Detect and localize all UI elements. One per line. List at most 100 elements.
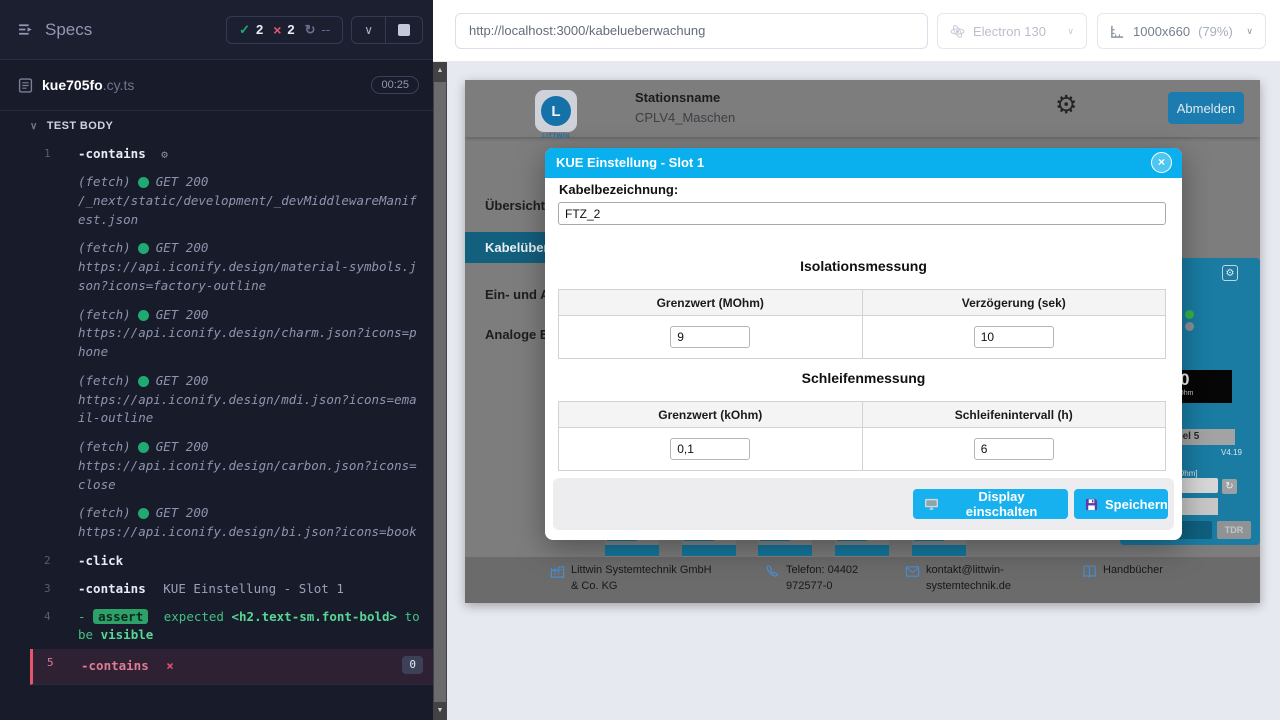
fetch-url: /_next/static/development/_devMiddleware…: [78, 192, 423, 230]
nav-item-uebersicht[interactable]: Übersicht: [485, 198, 545, 213]
status-dot-icon: [138, 243, 149, 254]
loop-intervall-input[interactable]: [974, 438, 1054, 460]
assert-visible: visible: [101, 627, 154, 642]
fetch-label: (fetch): [78, 372, 131, 391]
settings-gear-icon[interactable]: ⚙: [1055, 90, 1077, 120]
command-method: -contains: [81, 658, 149, 673]
scroll-up-arrow-icon[interactable]: ▲: [433, 64, 447, 78]
card-fragment-bar: [605, 545, 659, 556]
chevron-down-icon: ∨: [364, 23, 373, 37]
iso-col-verzoegerung: Verzögerung (sek): [862, 290, 1166, 316]
save-button[interactable]: Speichern: [1074, 489, 1168, 519]
gear-icon: ⚙: [161, 148, 168, 161]
specs-label[interactable]: Specs: [45, 20, 92, 40]
app-header: L LITTWIN Stationsname CPLV4_Maschen ⚙ A…: [465, 80, 1260, 137]
scrollbar-thumb[interactable]: [434, 82, 446, 702]
fetch-log-entry[interactable]: (fetch)GET 200 https://api.iconify.desig…: [30, 234, 433, 300]
firmware-version: V4.19: [1221, 448, 1242, 457]
fetch-log-entry[interactable]: (fetch)GET 200 https://api.iconify.desig…: [30, 367, 433, 433]
card-fragment-bar: [682, 545, 736, 556]
command-number: 2: [44, 553, 51, 569]
command-click[interactable]: 2 -click: [30, 547, 433, 575]
manuals-link[interactable]: Handbücher: [1103, 563, 1163, 584]
command-log: 1 -contains ⚙ (fetch) GET 200 /_next/stat…: [0, 140, 433, 685]
fetch-status: GET 200: [156, 239, 209, 258]
cypress-reporter: Specs ✓2 ×2 ↻-- ∨ kue705fo .cy.ts 00:25 …: [0, 0, 433, 720]
collapse-all-button[interactable]: ∨: [352, 17, 385, 43]
modal-title-bar[interactable]: KUE Einstellung - Slot 1: [545, 148, 1182, 178]
refresh-icon[interactable]: ↻: [1222, 479, 1237, 494]
iso-grenzwert-input[interactable]: [670, 326, 750, 348]
fail-x-icon: ×: [166, 658, 174, 673]
loop-col-intervall: Schleifenintervall (h): [862, 402, 1166, 428]
kue-settings-modal: KUE Einstellung - Slot 1 × Kabelbezeichn…: [545, 148, 1182, 540]
spec-row[interactable]: kue705fo .cy.ts 00:25: [0, 60, 433, 111]
chevron-down-icon: ∨: [30, 121, 38, 132]
spec-extension: .cy.ts: [103, 77, 135, 93]
command-contains-1[interactable]: 1 -contains ⚙: [30, 140, 433, 168]
command-contains-failed[interactable]: 5 -contains × 0: [30, 649, 433, 684]
viewport-size: 1000x660: [1133, 24, 1190, 39]
fetch-url: https://api.iconify.design/material-symb…: [78, 258, 423, 296]
fetch-log-entry[interactable]: (fetch)GET 200 https://api.iconify.desig…: [30, 301, 433, 367]
command-assert[interactable]: 4 - assert expected <h2.text-sm.font-bol…: [30, 603, 433, 649]
iso-col-grenzwert: Grenzwert (MOhm): [559, 290, 863, 316]
reporter-scrollbar[interactable]: ▲ ▼: [433, 62, 447, 720]
command-number: 4: [44, 609, 51, 625]
status-dot-icon: [138, 442, 149, 453]
logout-button[interactable]: Abmelden: [1168, 92, 1244, 124]
email-address[interactable]: kontakt@littwin-systemtechnik.de: [926, 563, 1026, 595]
isolation-heading: Isolationsmessung: [545, 258, 1182, 274]
fetch-status: GET 200: [156, 372, 209, 391]
tdr-button[interactable]: TDR: [1217, 521, 1251, 539]
stop-button[interactable]: [385, 17, 422, 43]
command-contains-3[interactable]: 3 -contains KUE Einstellung - Slot 1: [30, 575, 433, 603]
card-gear-icon[interactable]: ⚙: [1222, 265, 1238, 281]
cable-designation-input[interactable]: [558, 202, 1166, 225]
assert-dash: -: [78, 609, 86, 624]
loop-grenzwert-input[interactable]: [670, 438, 750, 460]
app-footer: Littwin Systemtechnik GmbH & Co. KG Tele…: [465, 557, 1260, 603]
refresh-icon: ↻: [305, 22, 316, 38]
nav-item-analoge-eingaenge[interactable]: Analoge Ei: [485, 327, 552, 342]
footer-company: Littwin Systemtechnik GmbH & Co. KG: [550, 563, 721, 595]
assert-expected: expected: [164, 609, 224, 624]
status-dot-icon: [138, 310, 149, 321]
phone-number: Telefon: 04402 972577-0: [786, 563, 881, 595]
fetch-label: (fetch): [78, 438, 131, 457]
specs-menu-icon[interactable]: [18, 21, 35, 38]
passed-count: 2: [256, 22, 263, 37]
url-address-bar[interactable]: http://localhost:3000/kabelueberwachung: [455, 13, 928, 49]
fetch-label: (fetch): [78, 173, 131, 192]
display-on-button[interactable]: Display einschalten: [913, 489, 1068, 519]
fetch-status: GET 200: [156, 173, 209, 192]
company-logo: L: [535, 90, 577, 132]
viewport-zoom: (79%): [1198, 24, 1233, 39]
fetch-status: GET 200: [156, 306, 209, 325]
scroll-down-arrow-icon[interactable]: ▼: [433, 704, 447, 718]
save-label: Speichern: [1105, 497, 1168, 512]
document-icon: [18, 78, 33, 93]
card-fragment-bar: [758, 545, 812, 556]
fetch-log-entry[interactable]: (fetch) GET 200 /_next/static/development…: [30, 168, 433, 234]
command-number: 3: [44, 581, 51, 597]
iso-verzoegerung-input[interactable]: [974, 326, 1054, 348]
command-method: -contains: [78, 581, 146, 596]
floppy-disk-icon: [1085, 498, 1098, 511]
close-icon[interactable]: ×: [1151, 152, 1172, 173]
iso-cell-verzoegerung: [862, 316, 1166, 359]
fetch-label: (fetch): [78, 504, 131, 523]
browser-name: Electron 130: [973, 24, 1046, 39]
test-body-label: TEST BODY: [47, 120, 114, 132]
test-stats: ✓2 ×2 ↻--: [226, 16, 343, 44]
stat-passed: ✓2: [239, 22, 263, 38]
fetch-log-entry[interactable]: (fetch)GET 200 https://api.iconify.desig…: [30, 499, 433, 547]
footer-manuals[interactable]: Handbücher: [1082, 563, 1163, 584]
viewport-selector[interactable]: 1000x660 (79%) ∨: [1097, 13, 1266, 49]
electron-icon: [950, 24, 965, 39]
fetch-log-entry[interactable]: (fetch)GET 200 https://api.iconify.desig…: [30, 433, 433, 499]
cable-designation-label: Kabelbezeichnung:: [559, 182, 678, 197]
test-body-toggle[interactable]: ∨ TEST BODY: [0, 111, 433, 140]
runner-topbar: http://localhost:3000/kabelueberwachung …: [433, 0, 1280, 62]
browser-selector[interactable]: Electron 130 ∨: [937, 13, 1087, 49]
